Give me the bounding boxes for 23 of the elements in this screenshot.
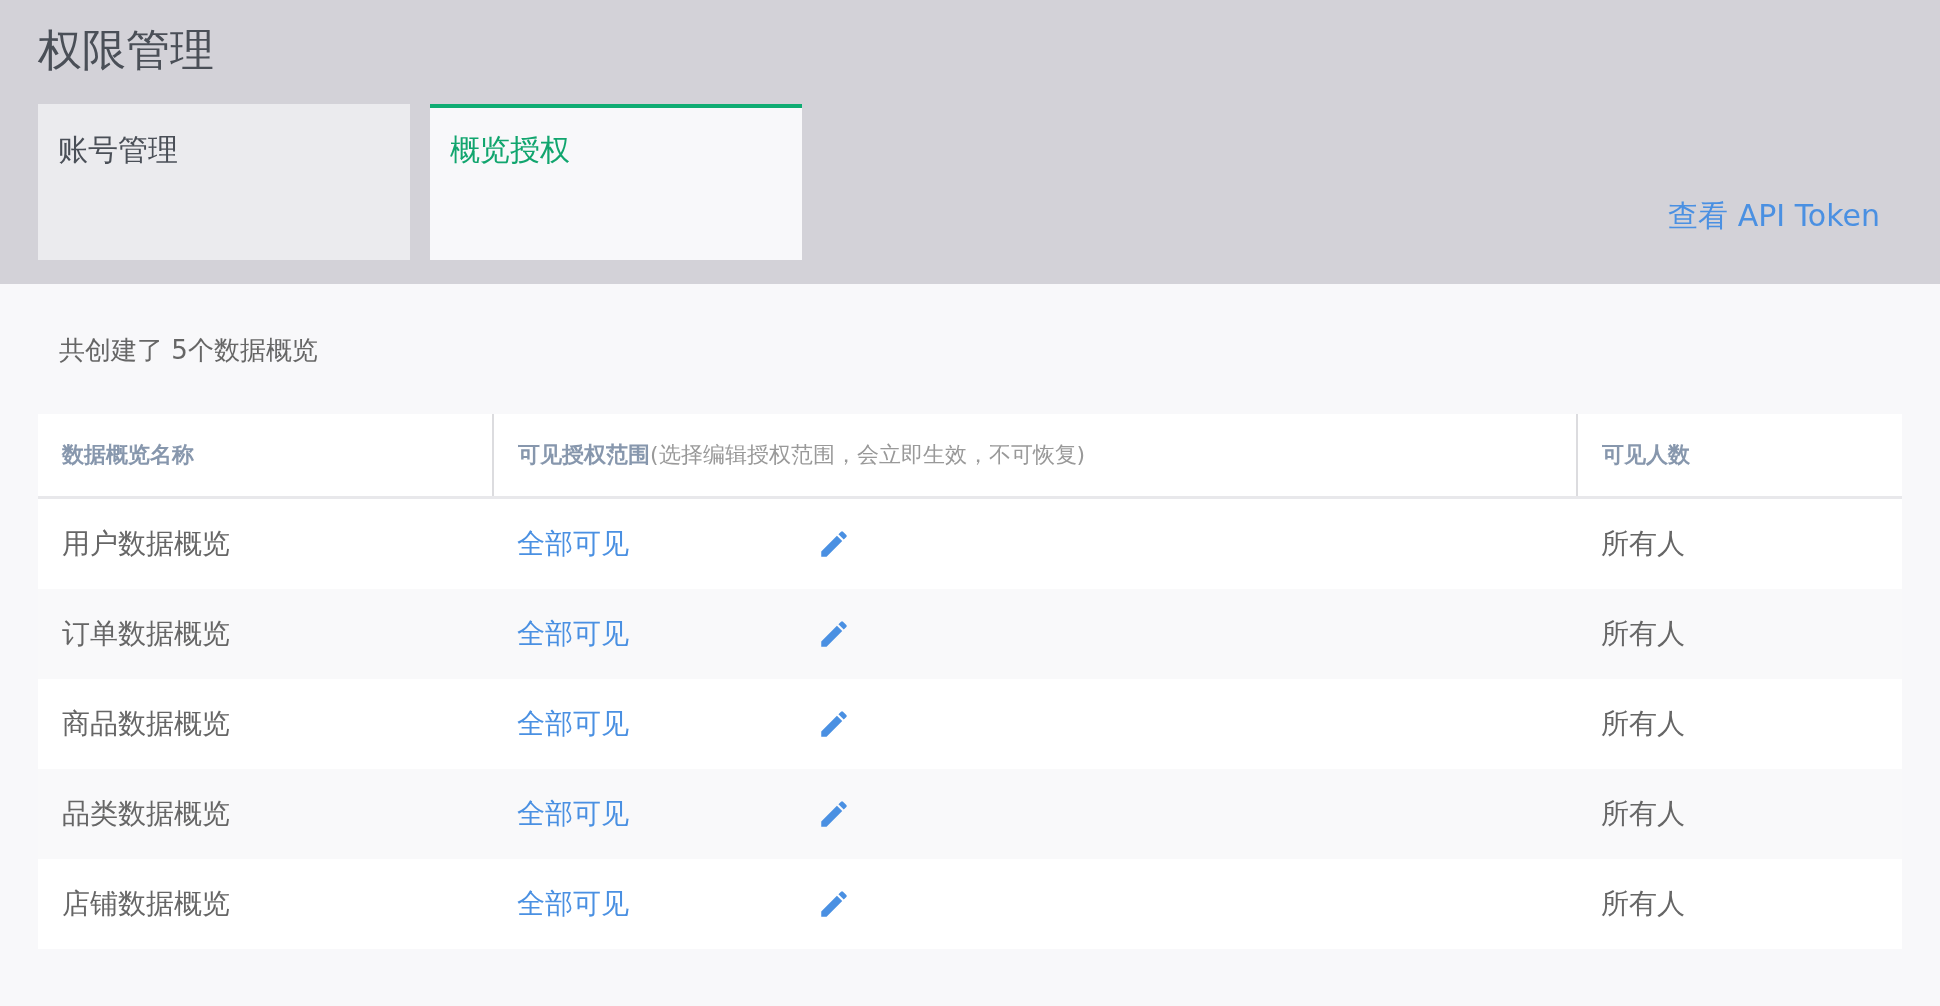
scope-link[interactable]: 全部可见 xyxy=(517,885,817,923)
overview-name: 订单数据概览 xyxy=(62,617,230,650)
viewer-count: 所有人 xyxy=(1601,797,1685,830)
column-header: 可见授权范围(选择编辑授权范围，会立即生效，不可恢复) xyxy=(518,442,1086,467)
column-header: 数据概览名称 xyxy=(62,442,194,467)
summary-text: 共创建了 5个数据概览 xyxy=(59,335,318,365)
scope-link[interactable]: 全部可见 xyxy=(517,525,817,563)
viewer-count: 所有人 xyxy=(1601,617,1685,650)
page-title: 权限管理 xyxy=(38,23,215,77)
scope-link[interactable]: 全部可见 xyxy=(517,615,817,653)
tab[interactable]: 账号管理 xyxy=(38,104,410,260)
column-header: 可见人数 xyxy=(1602,442,1690,467)
scope-link[interactable]: 全部可见 xyxy=(517,705,817,743)
viewer-count: 所有人 xyxy=(1601,707,1685,740)
overview-name: 店铺数据概览 xyxy=(62,887,230,920)
scope-link[interactable]: 全部可见 xyxy=(517,795,817,833)
viewer-count: 所有人 xyxy=(1601,887,1685,920)
tab[interactable]: 概览授权 xyxy=(430,104,802,260)
viewer-count: 所有人 xyxy=(1601,527,1685,560)
api-token-link[interactable]: 查看 API Token xyxy=(1668,196,1880,237)
overview-name: 品类数据概览 xyxy=(62,797,230,830)
overview-name: 商品数据概览 xyxy=(62,707,230,740)
overview-name: 用户数据概览 xyxy=(62,527,230,560)
